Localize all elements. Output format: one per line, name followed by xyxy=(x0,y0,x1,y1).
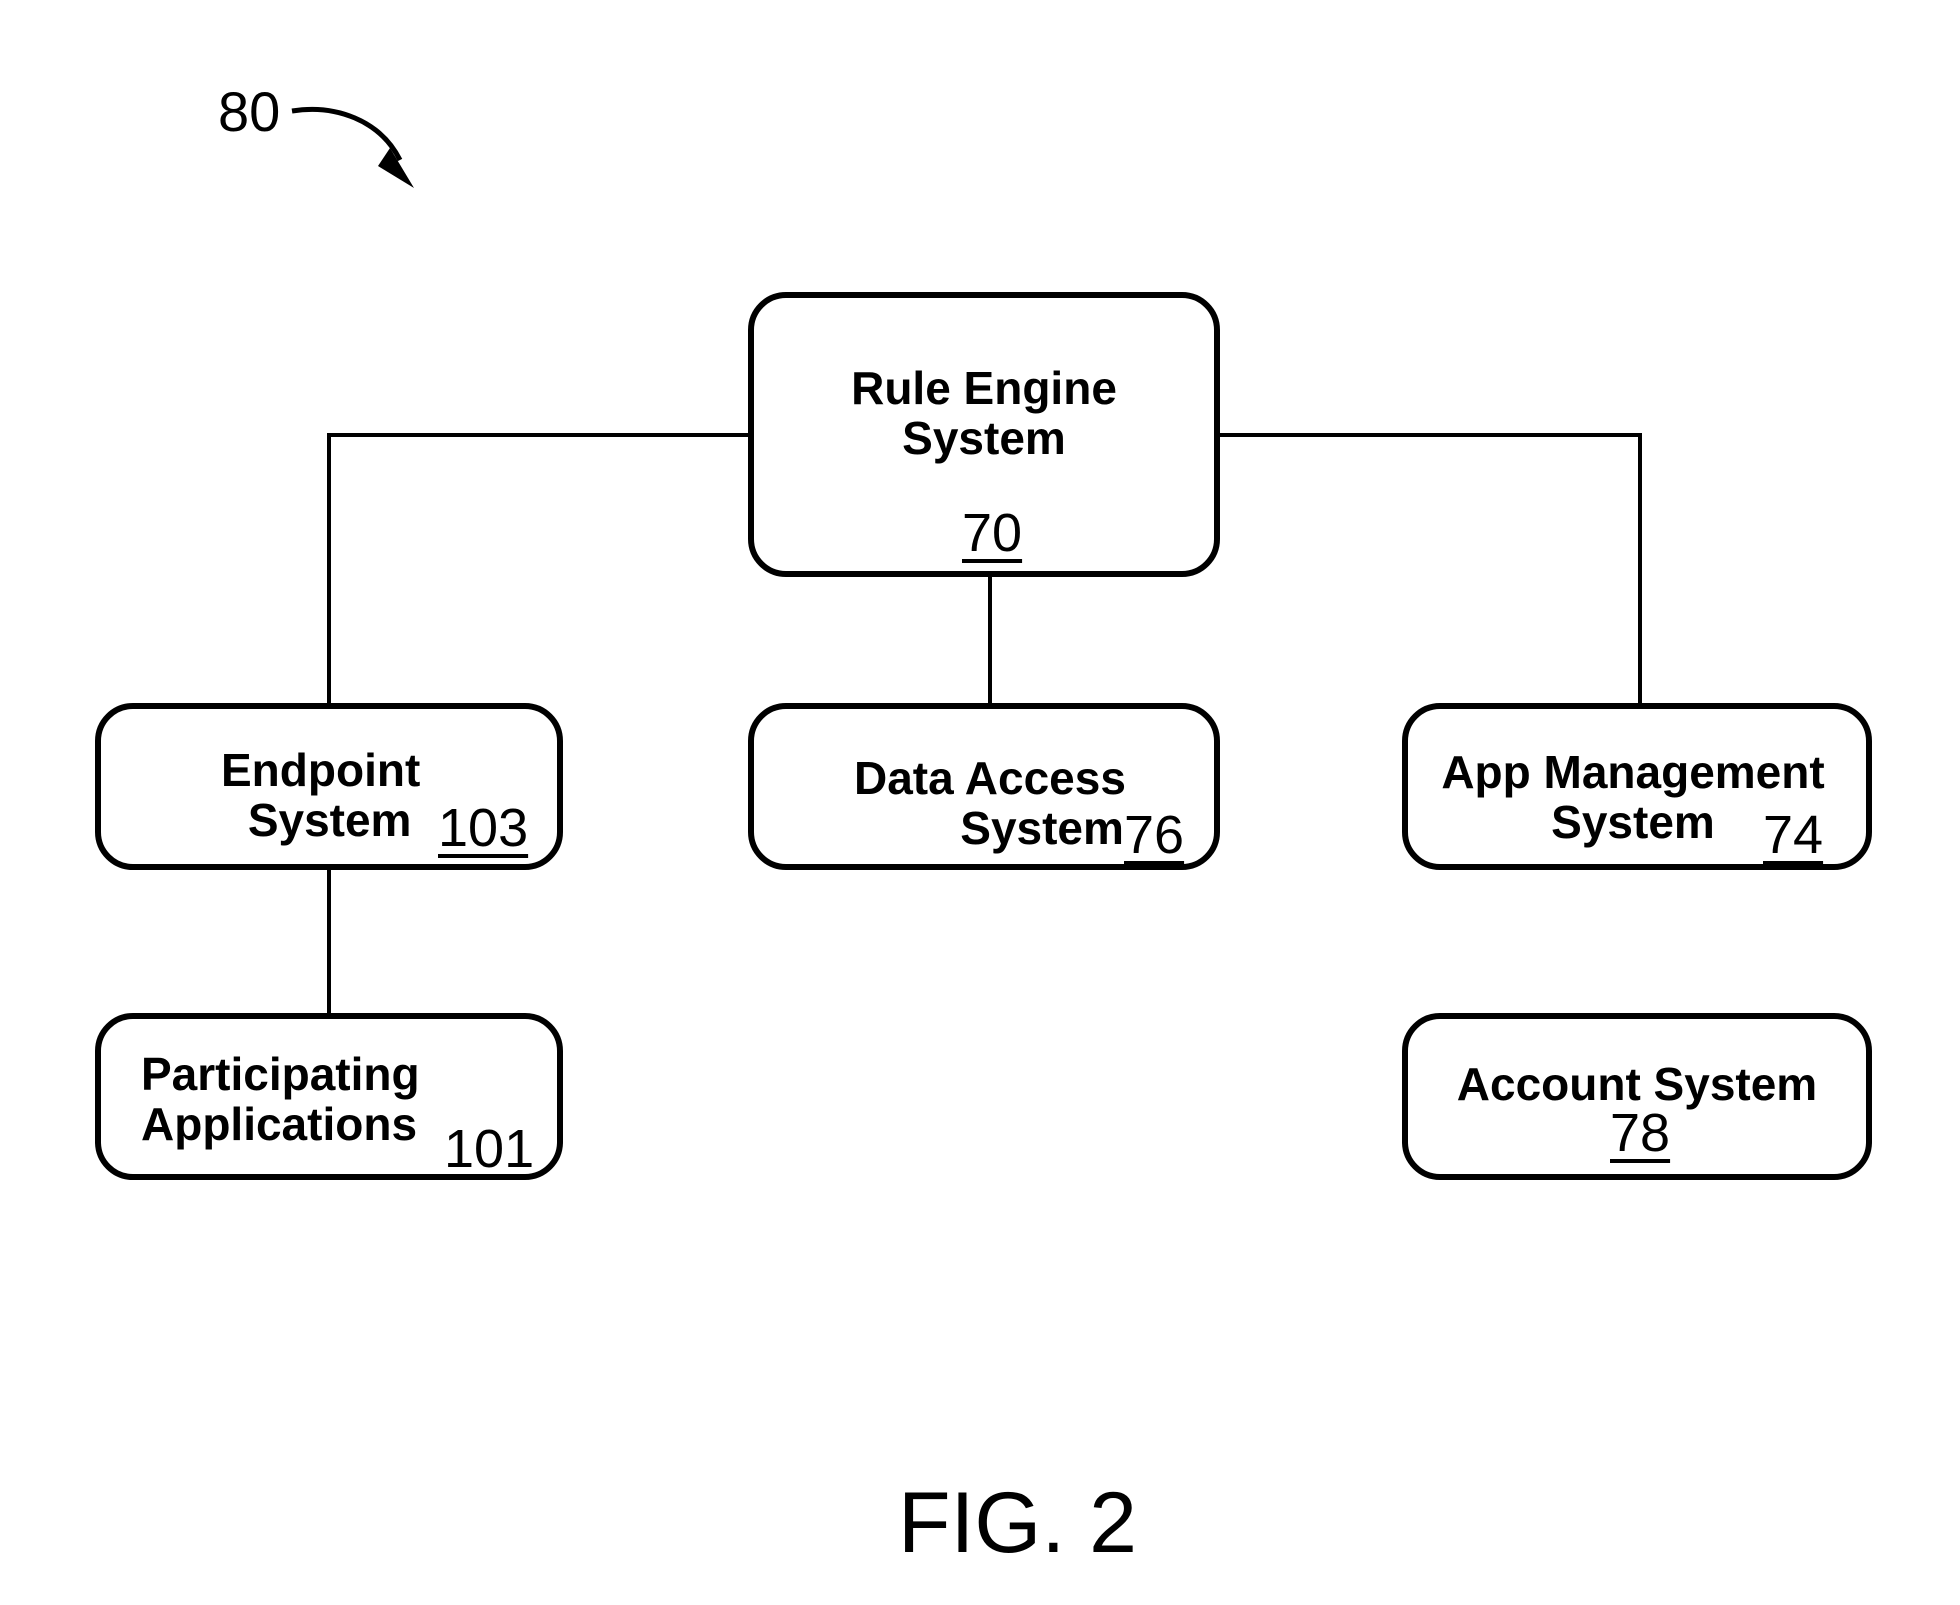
node-label-line: System xyxy=(960,802,1124,854)
node-label-line: Account System xyxy=(1456,1058,1818,1110)
node-reference-number: 101 xyxy=(444,1119,535,1179)
node-label-line: App Management xyxy=(1441,746,1825,798)
node-label-line: System xyxy=(247,794,412,846)
node-label: Endpoint System xyxy=(221,745,420,845)
node-reference-number: 103 xyxy=(438,798,529,858)
node-label-line: Applications xyxy=(141,1098,418,1150)
node-label-line: Endpoint xyxy=(221,744,421,796)
node-label-line: Data Access xyxy=(854,752,1126,804)
node-label: Account System xyxy=(1408,1059,1866,1109)
edge-rule-engine-app-management xyxy=(1217,433,1642,706)
node-reference-number: 78 xyxy=(1610,1103,1671,1163)
node-label: Participating Applications xyxy=(141,1049,420,1149)
node-label: Data Access System xyxy=(854,753,1126,853)
node-data-access-system: Data Access System 76 xyxy=(748,703,1220,870)
node-label-line: System xyxy=(902,412,1066,464)
node-label-line: Rule Engine xyxy=(851,362,1117,414)
figure-reference-number: 80 xyxy=(218,80,281,143)
node-participating-applications: Participating Applications 101 xyxy=(95,1013,563,1180)
figure-caption: FIG. 2 xyxy=(898,1475,1137,1571)
node-label-line: Participating xyxy=(141,1048,420,1100)
node-reference-number: 70 xyxy=(962,503,1023,563)
node-app-management-system: App Management System 74 xyxy=(1402,703,1872,870)
reference-arrow-icon xyxy=(291,106,414,188)
node-endpoint-system: Endpoint System 103 xyxy=(95,703,563,870)
node-reference-number: 76 xyxy=(1124,805,1185,865)
node-rule-engine-system: Rule Engine System 70 xyxy=(748,292,1220,577)
node-label: Rule Engine System xyxy=(754,363,1214,463)
node-account-system: Account System 78 xyxy=(1402,1013,1872,1180)
edge-rule-engine-endpoint xyxy=(327,433,751,706)
node-reference-number: 74 xyxy=(1763,805,1824,865)
